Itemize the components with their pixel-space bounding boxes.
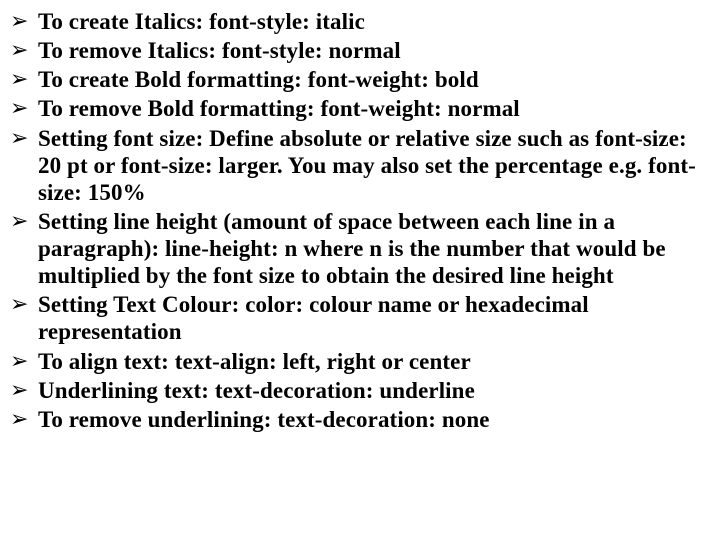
chevron-right-icon: ➢ [10,8,29,34]
list-item-text: Setting Text Colour: color: colour name … [38,292,589,344]
list-item: ➢ To create Bold formatting: font-weight:… [8,66,706,93]
list-item-text: Underlining text: text-decoration: under… [38,378,475,403]
list-item-text: To remove Bold formatting: font-weight: … [38,96,520,121]
list-item-text: To create Bold formatting: font-weight: … [38,67,479,92]
list-item: ➢ Setting font size: Define absolute or r… [8,125,706,206]
document-page: ➢ To create Italics: font-style: italic ➢ T… [0,0,720,443]
chevron-right-icon: ➢ [10,95,29,121]
chevron-right-icon: ➢ [10,37,29,63]
chevron-right-icon: ➢ [10,66,29,92]
chevron-right-icon: ➢ [10,406,29,432]
list-item: ➢ To align text: text-align: left, right … [8,348,706,375]
chevron-right-icon: ➢ [10,125,29,151]
list-item: ➢ To remove Bold formatting: font-weight:… [8,95,706,122]
list-item-text: To align text: text-align: left, right o… [38,349,471,374]
list-item-text: To create Italics: font-style: italic [38,9,365,34]
list-item-text: To remove underlining: text-decoration: … [38,407,490,432]
chevron-right-icon: ➢ [10,291,29,317]
list-item-text: To remove Italics: font-style: normal [38,38,401,63]
chevron-right-icon: ➢ [10,377,29,403]
list-item-text: Setting font size: Define absolute or re… [38,126,696,205]
list-item-text: Setting line height (amount of space bet… [38,209,666,288]
list-item: ➢ To remove Italics: font-style: normal [8,37,706,64]
chevron-right-icon: ➢ [10,208,29,234]
list-item: ➢ To create Italics: font-style: italic [8,8,706,35]
list-item: ➢ Setting line height (amount of space be… [8,208,706,289]
bullet-list: ➢ To create Italics: font-style: italic ➢ T… [8,8,706,433]
list-item: ➢ Setting Text Colour: color: colour name… [8,291,706,345]
list-item: ➢ Underlining text: text-decoration: unde… [8,377,706,404]
list-item: ➢ To remove underlining: text-decoration:… [8,406,706,433]
chevron-right-icon: ➢ [10,348,29,374]
